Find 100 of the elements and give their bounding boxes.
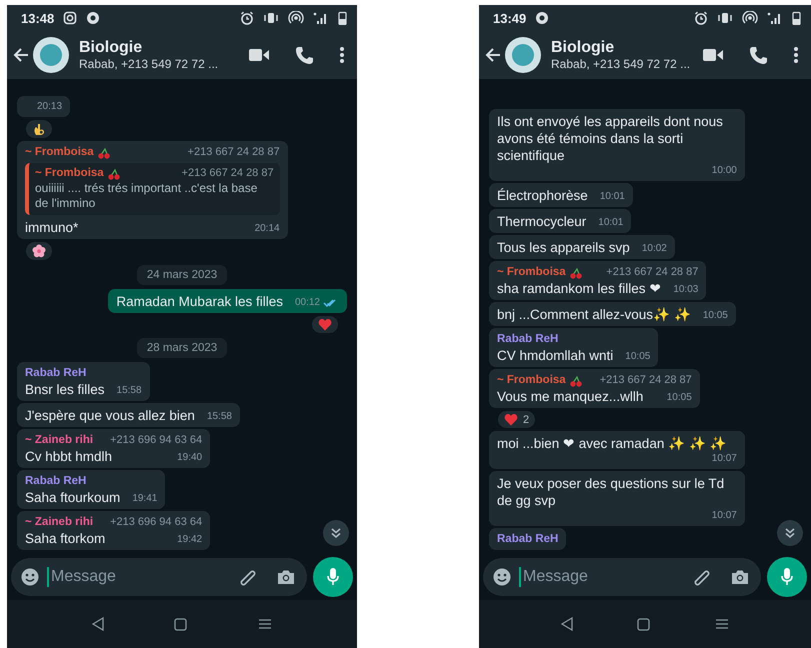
hotspot-icon	[288, 11, 304, 25]
clock: 13:48	[21, 10, 54, 26]
sender-name: Rabab ReH	[25, 474, 86, 489]
message-time: 19:42	[177, 533, 202, 547]
message-time: 10:03	[673, 283, 698, 297]
video-call-icon[interactable]	[703, 48, 723, 62]
hotspot-icon	[742, 11, 758, 25]
flower-icon	[32, 244, 46, 258]
sender-name: ~ Zaineb rihi	[25, 515, 94, 530]
phone-call-icon[interactable]	[295, 46, 313, 64]
back-arrow-icon[interactable]	[13, 47, 29, 63]
message-time: 10:05	[625, 350, 650, 364]
phone-call-icon[interactable]	[749, 46, 767, 64]
date-label: 28 mars 2023	[136, 338, 228, 358]
camera-icon[interactable]	[731, 569, 749, 585]
message-time: 15:58	[116, 384, 142, 398]
reaction-pill[interactable]	[25, 241, 53, 261]
more-options-icon[interactable]	[339, 46, 345, 64]
heart-icon	[318, 318, 332, 331]
message-time: 20:13	[37, 100, 62, 114]
message-input[interactable]: Message	[47, 567, 229, 587]
message-field[interactable]: Message	[483, 558, 761, 596]
vibrate-icon	[263, 11, 279, 25]
message-text: Saha ftorkom	[25, 530, 106, 547]
message-input[interactable]: Message	[519, 567, 683, 587]
phone-number: +213 667 24 28 87	[598, 373, 692, 388]
sender-name: ~ Fromboisa	[497, 265, 566, 280]
message-time: 10:07	[712, 452, 737, 466]
smiley-icon[interactable]	[21, 568, 39, 586]
sender-name: ~ Fromboisa	[25, 145, 94, 160]
smiley-icon[interactable]	[493, 568, 511, 586]
sender-name: Rabab ReH	[497, 532, 558, 547]
message-time: 10:05	[702, 309, 728, 323]
reaction-count: 2	[523, 414, 530, 426]
message-text: Je veux poser des questions sur le Td de gg svp	[497, 475, 726, 509]
message-text: Ramadan Mubarak les filles	[116, 293, 283, 310]
message-text: CV hmdomllah wnti	[497, 347, 614, 364]
camera-icon	[63, 11, 78, 25]
message-time: 19:41	[132, 492, 158, 506]
message-text: Bnsr les filles	[25, 381, 105, 398]
signal-icon	[313, 11, 329, 25]
chat-members: Rabab, +213 549 72 72 ...	[79, 57, 220, 71]
microphone-button[interactable]	[313, 557, 353, 597]
double-chevron-icon	[330, 527, 342, 539]
message-time: 00:12	[294, 296, 320, 310]
message-text: J'espère que vous allez bien	[25, 407, 195, 424]
phone-number: +213 667 24 28 87	[180, 166, 274, 181]
message-field[interactable]: Message	[11, 558, 307, 596]
menu-icon[interactable]	[714, 618, 729, 630]
message-time: 19:40	[177, 451, 202, 465]
clock: 13:49	[493, 10, 526, 26]
message-text: Tous les appareils svp	[497, 239, 630, 256]
phone-number: +213 667 24 28 87	[186, 145, 280, 160]
message-time: 10:07	[712, 509, 737, 523]
message-text: Saha ftourkoum	[25, 489, 120, 506]
menu-icon[interactable]	[258, 618, 272, 630]
microphone-icon	[327, 568, 339, 586]
message-time: 10:01	[600, 190, 625, 204]
message-time: 10:02	[642, 242, 667, 256]
home-square-icon[interactable]	[637, 618, 650, 630]
microphone-button[interactable]	[767, 557, 807, 597]
circle-icon	[86, 11, 100, 25]
video-call-icon[interactable]	[249, 48, 269, 62]
back-triangle-icon[interactable]	[561, 617, 574, 631]
camera-icon[interactable]	[277, 569, 295, 585]
message-text: Ils ont envoyé les appareils dont nous avons été témoins dans la sorti scientifique	[497, 113, 724, 164]
message-time: 10:01	[598, 216, 624, 230]
group-avatar[interactable]	[505, 37, 541, 73]
phone-number: +213 696 94 63 64	[109, 515, 202, 530]
vibrate-icon	[717, 11, 733, 25]
chat-title: Biologie	[551, 39, 616, 57]
phone-number: +213 667 24 28 87	[605, 265, 698, 280]
circle-icon	[535, 11, 550, 25]
sender-name: ~ Fromboisa	[35, 166, 104, 181]
chat-title: Biologie	[79, 39, 144, 57]
message-text: immuno*	[25, 219, 78, 236]
phone-number: +213 696 94 63 64	[109, 433, 202, 448]
chat-members: Rabab, +213 549 72 72 ...	[551, 57, 692, 71]
signal-icon	[767, 11, 783, 25]
reaction-pill[interactable]	[25, 119, 53, 139]
date-label: 24 mars 2023	[136, 265, 228, 285]
scroll-down-button[interactable]	[323, 520, 349, 546]
scroll-down-button[interactable]	[777, 520, 803, 546]
battery-icon	[792, 11, 801, 25]
message-text: moi ...bien ❤ avec ramadan ✨ ✨ ✨	[497, 435, 727, 452]
alarm-icon	[240, 11, 254, 25]
quoted-text: ouiiiiii .... trés trés important ..c'est la base de l'immino	[35, 181, 258, 211]
alarm-icon	[694, 11, 708, 25]
double-chevron-icon	[784, 527, 796, 539]
back-triangle-icon[interactable]	[92, 617, 104, 631]
home-square-icon[interactable]	[174, 618, 188, 630]
back-arrow-icon[interactable]	[485, 47, 501, 63]
more-options-icon[interactable]	[793, 46, 799, 64]
message-text: Électrophorèse	[497, 187, 588, 204]
message-time: 15:58	[206, 410, 232, 424]
sender-name: ~ Fromboisa	[497, 373, 566, 388]
group-avatar[interactable]	[33, 37, 69, 73]
reaction-pill[interactable]: 2	[497, 410, 536, 429]
hand-icon	[32, 122, 46, 136]
battery-icon	[338, 11, 347, 25]
